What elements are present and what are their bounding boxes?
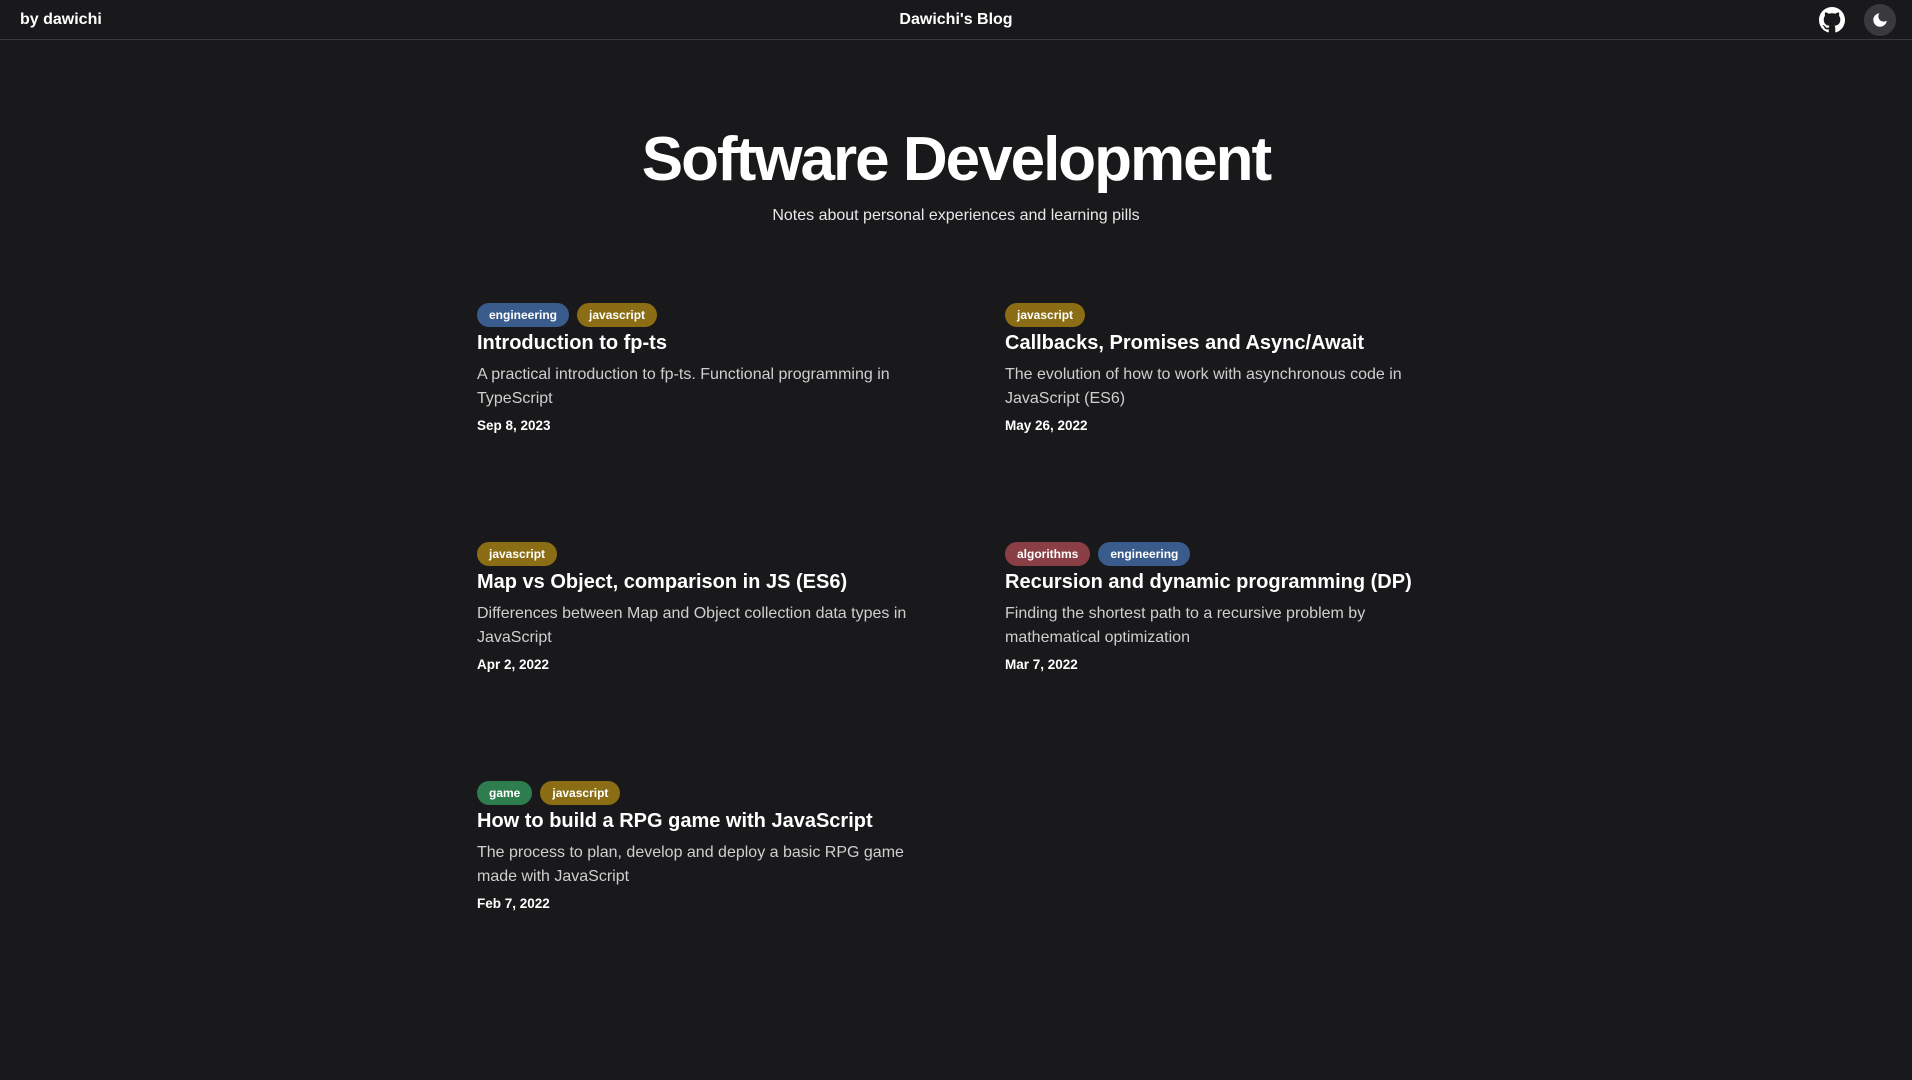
post-title[interactable]: Recursion and dynamic programming (DP) — [1005, 569, 1445, 595]
tag-game[interactable]: game — [477, 781, 533, 805]
theme-toggle-button[interactable] — [1864, 4, 1896, 36]
post-card[interactable]: engineering javascript Introduction to fp-… — [477, 303, 917, 542]
post-title[interactable]: How to build a RPG game with JavaScript — [477, 808, 917, 834]
post-description: Differences between Map and Object colle… — [477, 605, 907, 646]
github-icon — [1819, 7, 1845, 33]
post-list: engineering javascript Introduction to fp-… — [477, 303, 1437, 1020]
post-date: Sep 8, 2023 — [477, 418, 551, 433]
header-actions — [1816, 4, 1896, 36]
post-card[interactable]: game javascript How to build a RPG game wi… — [477, 781, 917, 1020]
post-description: Finding the shortest path to a recursive… — [1005, 605, 1366, 646]
post-title[interactable]: Map vs Object, comparison in JS (ES6) — [477, 569, 917, 595]
post-date: Apr 2, 2022 — [477, 657, 550, 672]
post-tags: engineering javascript — [477, 303, 917, 327]
page-title: Software Development — [641, 125, 1272, 194]
top-bar: by dawichi Dawichi's Blog — [0, 0, 1912, 40]
tag-javascript[interactable]: javascript — [540, 781, 621, 805]
post-title[interactable]: Introduction to fp-ts — [477, 330, 917, 356]
post-description: A practical introduction to fp-ts. Funct… — [477, 366, 890, 407]
post-card[interactable]: javascript Callbacks, Promises and Async/… — [1005, 303, 1445, 542]
tag-javascript[interactable]: javascript — [577, 303, 658, 327]
page-subtitle: Notes about personal experiences and lea… — [772, 207, 1140, 224]
post-title[interactable]: Callbacks, Promises and Async/Await — [1005, 330, 1445, 356]
tag-javascript[interactable]: javascript — [1005, 303, 1086, 327]
moon-icon — [1873, 13, 1887, 27]
post-card[interactable]: algorithms engineering Recursion and dynam… — [1005, 542, 1445, 781]
tag-algorithms[interactable]: algorithms — [1005, 542, 1091, 566]
post-card[interactable]: javascript Map vs Object, comparison in J… — [477, 542, 917, 781]
post-date: Mar 7, 2022 — [1005, 657, 1078, 672]
post-date: Feb 7, 2022 — [477, 896, 550, 911]
tag-engineering[interactable]: engineering — [1098, 542, 1191, 566]
post-description: The process to plan, develop and deploy … — [477, 844, 904, 885]
tag-engineering[interactable]: engineering — [477, 303, 570, 327]
post-tags: javascript — [1005, 303, 1445, 327]
hero: Software Development Notes about persona… — [0, 40, 1912, 225]
site-title[interactable]: Dawichi's Blog — [0, 11, 1912, 29]
github-link[interactable] — [1816, 4, 1848, 36]
tag-javascript[interactable]: javascript — [477, 542, 558, 566]
post-tags: algorithms engineering — [1005, 542, 1445, 566]
post-date: May 26, 2022 — [1005, 418, 1088, 433]
post-description: The evolution of how to work with asynch… — [1005, 366, 1402, 407]
post-tags: game javascript — [477, 781, 917, 805]
post-tags: javascript — [477, 542, 917, 566]
